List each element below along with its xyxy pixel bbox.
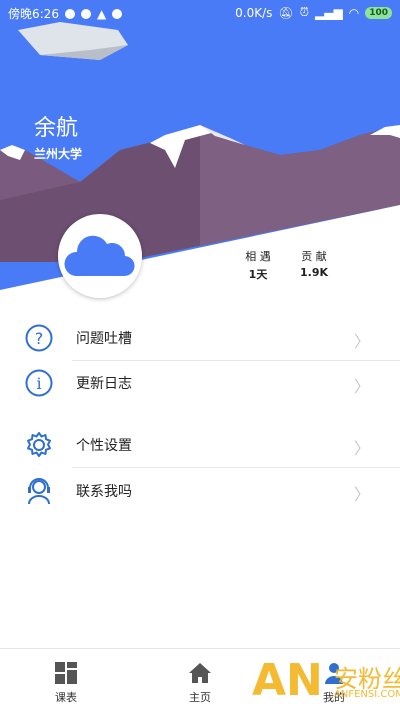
stat-contribution: 贡 献 1.9K: [292, 248, 336, 279]
notification-icon: [80, 8, 91, 19]
stat-label: 相 遇: [245, 250, 271, 263]
notification-icon: [112, 8, 123, 19]
menu-item-label: 个性设置: [76, 438, 132, 454]
battery-icon: 100: [365, 6, 392, 19]
net-speed: 0.0K/s: [235, 5, 273, 20]
stat-value: 1.9K: [299, 266, 328, 279]
tab-label: 课表: [55, 691, 77, 704]
avatar[interactable]: [58, 214, 142, 298]
question-circle-icon: ?: [25, 324, 53, 352]
shield-icon: [64, 8, 75, 19]
menu-item-changelog[interactable]: i 更新日志 〉: [0, 361, 400, 405]
alarm-icon: ⏰︎: [299, 5, 310, 19]
mute-icon: 🔕︎: [278, 5, 294, 20]
user-name: 余航: [34, 116, 79, 141]
svg-text:?: ?: [35, 329, 44, 348]
menu-item-label: 更新日志: [76, 376, 132, 392]
menu-item-label: 联系我吗: [76, 484, 132, 500]
status-bar: 傍晚6:26 ▲ 0.0K/s 🔕︎ ⏰︎ ▂▄▆ ◠ 100: [0, 0, 400, 26]
chevron-right-icon: 〉: [354, 332, 371, 351]
support-agent-icon: [28, 478, 50, 505]
chevron-right-icon: 〉: [354, 485, 371, 504]
wifi-icon: ◠: [348, 5, 360, 20]
info-circle-icon: i: [25, 369, 53, 397]
menu-item-label: 问题吐槽: [76, 331, 132, 347]
svg-text:i: i: [36, 374, 41, 393]
divider: [72, 467, 400, 468]
status-time: 傍晚6:26: [8, 7, 59, 21]
tab-label: 主页: [189, 691, 211, 704]
tab-schedule[interactable]: 课表: [26, 649, 106, 712]
stat-label: 贡 献: [301, 250, 327, 263]
cloud-icon: [64, 235, 135, 277]
gear-icon: [27, 432, 51, 457]
signal-icon: ▂▄▆: [315, 5, 343, 20]
menu-item-settings[interactable]: 个性设置 〉: [0, 423, 400, 467]
stat-meet: 相 遇 1天: [236, 248, 280, 282]
stat-value: 1天: [248, 268, 268, 281]
user-school: 兰州大学: [34, 147, 83, 161]
chevron-right-icon: 〉: [354, 377, 371, 396]
tab-home[interactable]: 主页: [160, 649, 240, 712]
watermark-sub: ANFENSI.COM: [334, 689, 400, 700]
warning-icon: ▲: [96, 6, 107, 21]
home-icon: [189, 663, 211, 683]
grid-icon: [55, 662, 77, 684]
watermark-logo: AN: [252, 655, 323, 706]
menu-item-feedback[interactable]: ? 问题吐槽 〉: [0, 316, 400, 360]
menu-item-contact[interactable]: 联系我吗 〉: [0, 469, 400, 513]
chevron-right-icon: 〉: [354, 439, 371, 458]
